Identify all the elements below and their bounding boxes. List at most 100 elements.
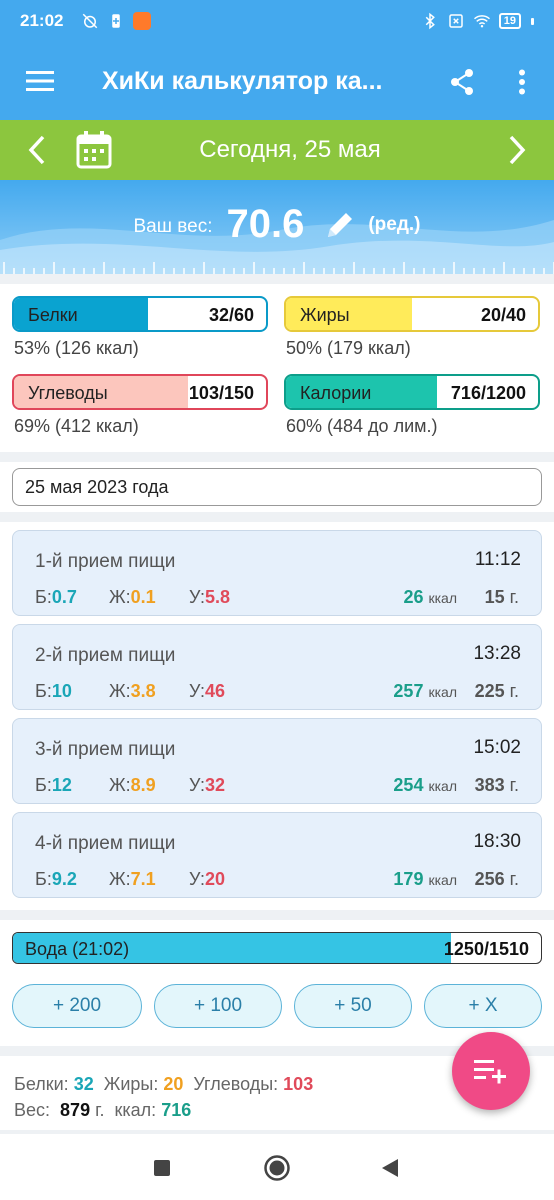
meal-kcal-value: 26 (403, 587, 424, 607)
date-bar: Сегодня, 25 мая (0, 120, 554, 180)
meal-protein-label: Б: (35, 587, 52, 607)
totals-carbs: 103 (283, 1074, 314, 1094)
weight-ruler (3, 262, 554, 274)
meal-item-2[interactable]: 2-й прием пищи 13:28 Б:10 Ж:3.8 У:46 257 ккал… (12, 624, 542, 710)
meal-carbs-value: 20 (205, 869, 226, 889)
totals-protein: 32 (73, 1074, 94, 1094)
share-icon (451, 69, 473, 95)
calories-label: Калории (300, 383, 372, 403)
add-water-custom-button[interactable]: + X (424, 984, 542, 1028)
calories-progress-bar: Калории 716/1200 (284, 374, 540, 410)
meal-fat-label: Ж: (109, 587, 131, 607)
meal-protein-value: 9.2 (51, 869, 77, 889)
totals-carbs-label: Углеводы: (193, 1074, 279, 1094)
menu-button[interactable] (0, 42, 80, 120)
date-field[interactable]: 25 мая 2023 года (12, 468, 542, 506)
meal-item-4[interactable]: 4-й прием пищи 18:30 Б:9.2 Ж:7.1 У:20 179 кка… (12, 812, 542, 898)
meal-time: 18:30 (473, 831, 521, 852)
carbs-percent: 69% (412 ккал) (14, 416, 139, 436)
app-bar: ХиКи калькулятор ка... (0, 42, 554, 120)
status-bar: 21:02 19 (0, 0, 554, 42)
carbs-progress-bar: Углеводы 103/150 (12, 374, 268, 410)
add-meal-fab[interactable] (452, 1032, 530, 1110)
battery-saver-icon (112, 14, 121, 28)
meal-kcal: 254 ккал (393, 775, 457, 796)
meal-item-3[interactable]: 3-й прием пищи 15:02 Б:12 Ж:8.9 У:32 254 ккал… (12, 718, 542, 804)
meal-kcal-unit: ккал (428, 778, 457, 794)
fat-value: 20/40 (480, 305, 526, 325)
current-date-label[interactable]: Сегодня, 25 мая (120, 136, 460, 164)
meal-kcal: 179 ккал (393, 869, 457, 890)
square-icon (154, 1160, 170, 1176)
weight-banner: Ваш вес: 70.6 (ред.) (0, 180, 554, 274)
meals-list: 1-й прием пищи 11:12 Б:0.7 Ж:0.1 У:5.8 26 кка… (0, 522, 554, 910)
chevron-left-icon (28, 135, 45, 165)
previous-day-button[interactable] (14, 126, 60, 174)
edit-weight-label: (ред.) (368, 213, 421, 235)
weight-caption: Ваш вес: (133, 215, 213, 237)
meal-grams-value: 383 (474, 775, 505, 795)
carbs-label: Углеводы (28, 383, 108, 403)
home-button[interactable] (257, 1148, 297, 1188)
water-card: Вода (21:02) 1250/1510 + 200 + 100 + 50 … (0, 920, 554, 1046)
add-water-100-button[interactable]: + 100 (154, 984, 282, 1028)
meal-name: 3-й прием пищи (35, 739, 176, 760)
hamburger-icon (26, 71, 54, 91)
meal-fat: Ж:0.1 (109, 587, 156, 608)
meal-grams: 225 г. (475, 681, 519, 702)
meal-grams-value: 256 (474, 869, 505, 889)
meal-fat-label: Ж: (109, 869, 131, 889)
more-options-button[interactable] (498, 58, 546, 106)
meal-carbs-value: 32 (205, 775, 226, 795)
meal-fat-label: Ж: (109, 775, 131, 795)
recents-button[interactable] (142, 1148, 182, 1188)
share-button[interactable] (438, 58, 486, 106)
meal-carbs-value: 5.8 (205, 587, 231, 607)
meal-kcal-unit: ккал (428, 872, 457, 888)
alarm-off-icon (83, 13, 98, 29)
app-title: ХиКи калькулятор ка... (102, 66, 383, 95)
meal-grams-value: 15 (484, 587, 505, 607)
totals-kcal-label: ккал: (114, 1100, 157, 1120)
back-button[interactable] (370, 1148, 410, 1188)
battery-level: 19 (503, 15, 516, 27)
meal-protein: Б:0.7 (35, 587, 77, 608)
meal-fat-value: 0.1 (130, 587, 156, 607)
meal-name: 4-й прием пищи (35, 833, 176, 854)
system-nav-bar (0, 1134, 554, 1200)
status-time: 21:02 (20, 11, 64, 30)
app-notification-icon (133, 12, 152, 30)
totals-weight-unit: г. (95, 1100, 105, 1120)
meal-protein-value: 10 (51, 681, 72, 701)
meal-grams-unit: г. (509, 869, 519, 889)
calendar-button[interactable] (70, 126, 118, 174)
edit-weight-button[interactable]: (ред.) (322, 207, 421, 243)
meal-item-1[interactable]: 1-й прием пищи 11:12 Б:0.7 Ж:0.1 У:5.8 26 кка… (12, 530, 542, 616)
meal-grams-unit: г. (509, 775, 519, 795)
water-value: 1250/1510 (443, 939, 529, 959)
meal-protein-label: Б: (35, 681, 52, 701)
meal-fat-value: 3.8 (130, 681, 156, 701)
add-water-50-button[interactable]: + 50 (294, 984, 412, 1028)
add-water-200-button[interactable]: + 200 (12, 984, 142, 1028)
meal-kcal-value: 254 (393, 775, 424, 795)
macro-summary-card: Белки 32/60 53% (126 ккал) Жиры 20/40 50… (0, 284, 554, 452)
meal-protein: Б:10 (35, 681, 72, 702)
meal-kcal-value: 179 (393, 869, 424, 889)
totals-macros-line: Белки: 32 Жиры: 20 Углеводы: 103 (14, 1074, 313, 1095)
meal-kcal-value: 257 (393, 681, 424, 701)
protein-progress-bar: Белки 32/60 (12, 296, 268, 332)
water-progress-bar[interactable]: Вода (21:02) 1250/1510 (12, 932, 542, 964)
date-field-card: 25 мая 2023 года (0, 462, 554, 512)
wifi-icon (473, 15, 490, 28)
next-day-button[interactable] (494, 126, 540, 174)
totals-weight: 879 (60, 1100, 91, 1120)
playlist-add-icon (474, 1060, 506, 1084)
pencil-icon (328, 212, 353, 237)
meal-protein: Б:9.2 (35, 869, 77, 890)
meal-grams-unit: г. (509, 681, 519, 701)
totals-fat-label: Жиры: (103, 1074, 159, 1094)
battery-tip (531, 17, 534, 25)
circle-icon (264, 1155, 290, 1181)
meal-time: 13:28 (473, 643, 521, 664)
